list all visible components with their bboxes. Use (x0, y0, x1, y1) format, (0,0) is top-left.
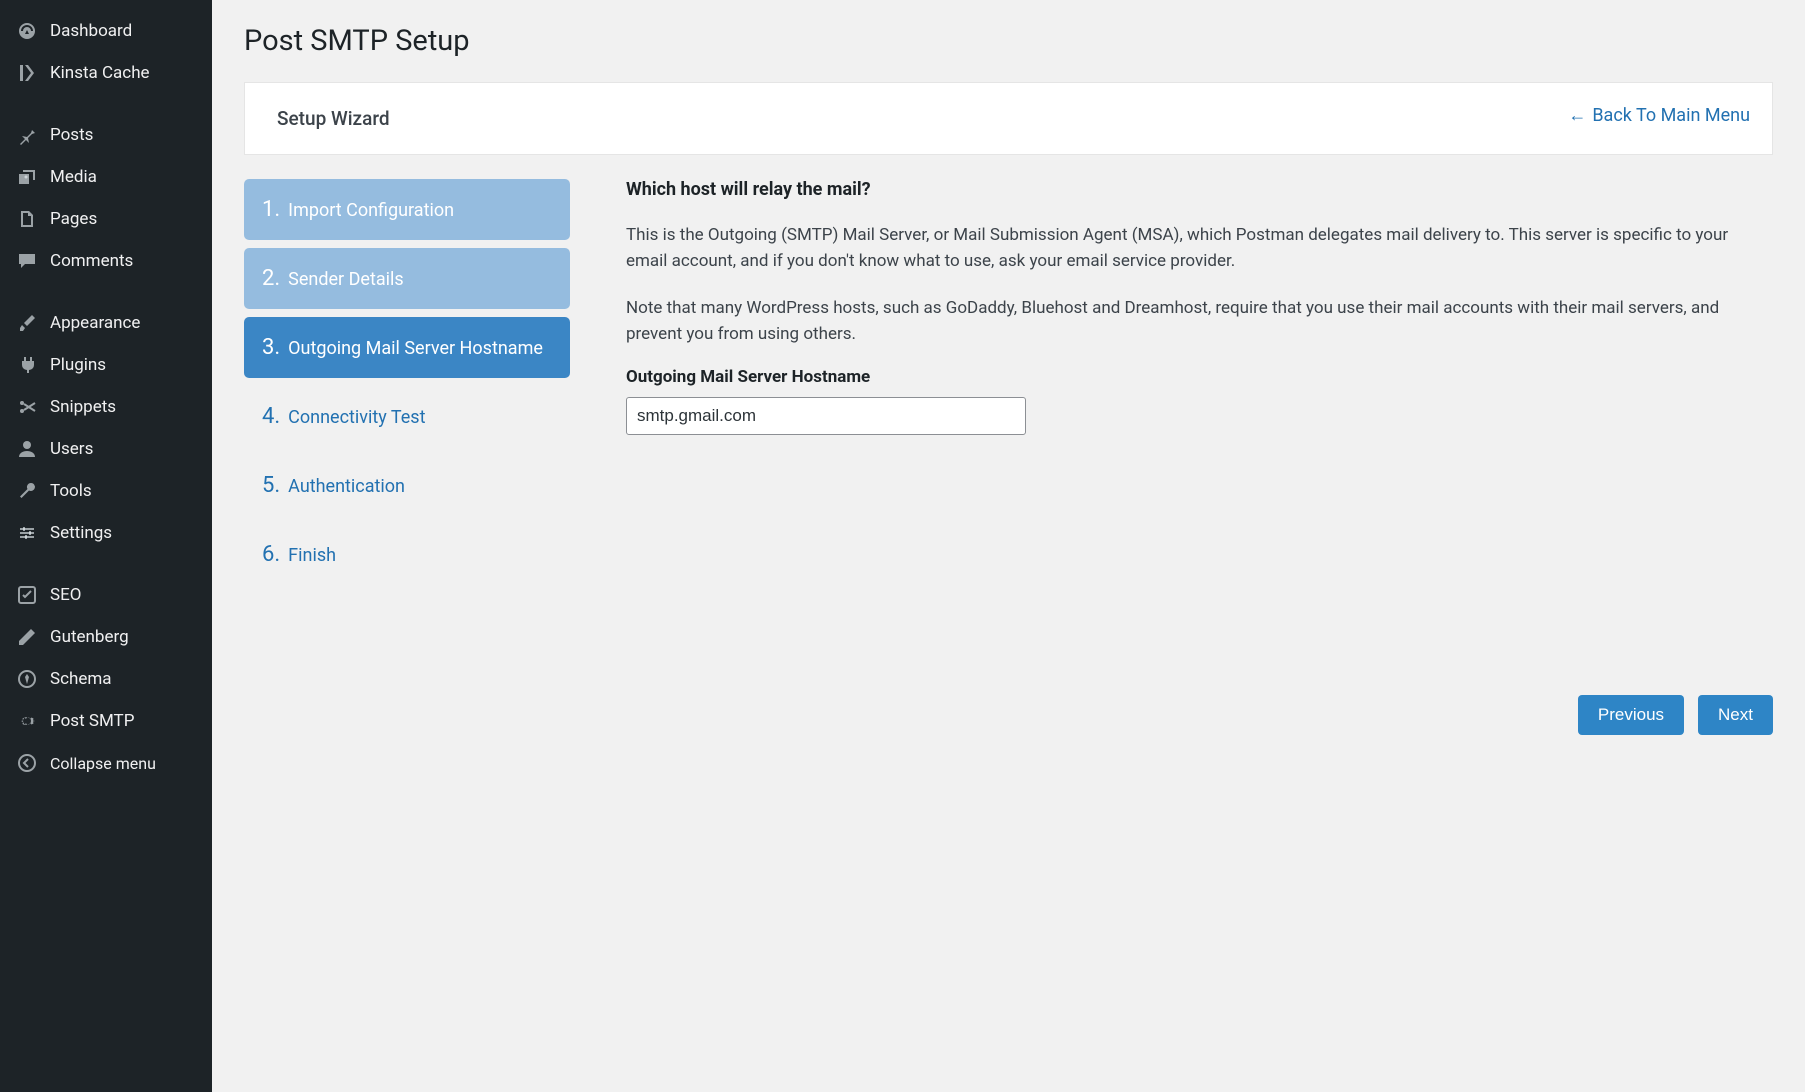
wizard-step-2[interactable]: 2. Sender Details (244, 248, 570, 309)
sidebar-label: Appearance (50, 313, 140, 333)
dashboard-icon (16, 20, 38, 42)
step-label: Connectivity Test (288, 407, 425, 428)
content-heading: Which host will relay the mail? (626, 179, 1773, 200)
back-to-main-link[interactable]: ← Back To Main Menu (1568, 105, 1750, 126)
wizard-header-card: Setup Wizard ← Back To Main Menu (244, 82, 1773, 155)
hostname-input[interactable] (626, 397, 1026, 435)
admin-sidebar: Dashboard Kinsta Cache Posts Media Pages… (0, 0, 212, 1092)
sidebar-item-comments[interactable]: Comments (0, 240, 212, 282)
sidebar-label: Comments (50, 251, 133, 271)
step-label: Finish (288, 545, 336, 566)
sidebar-label: Dashboard (50, 21, 132, 41)
main-content: Post SMTP Setup Setup Wizard ← Back To M… (212, 0, 1805, 1092)
pencil-icon (16, 626, 38, 648)
step-number: 3. (262, 335, 280, 360)
sidebar-item-plugins[interactable]: Plugins (0, 344, 212, 386)
plug-icon (16, 354, 38, 376)
seo-icon (16, 584, 38, 606)
sidebar-label: Pages (50, 209, 97, 229)
wizard-step-1[interactable]: 1. Import Configuration (244, 179, 570, 240)
collapse-icon (16, 752, 38, 774)
wizard-step-5[interactable]: 5. Authentication (244, 455, 570, 516)
sidebar-label: Settings (50, 523, 112, 543)
sidebar-item-gutenberg[interactable]: Gutenberg (0, 616, 212, 658)
step-number: 6. (262, 542, 280, 567)
sidebar-label: Plugins (50, 355, 106, 375)
next-button[interactable]: Next (1698, 695, 1773, 735)
sidebar-label: Gutenberg (50, 627, 129, 647)
wizard-content: Which host will relay the mail? This is … (626, 179, 1773, 735)
wizard-step-6[interactable]: 6. Finish (244, 524, 570, 585)
collapse-menu[interactable]: Collapse menu (0, 742, 212, 784)
arrow-left-icon: ← (1568, 105, 1586, 126)
content-paragraph: Note that many WordPress hosts, such as … (626, 295, 1773, 348)
sidebar-item-appearance[interactable]: Appearance (0, 302, 212, 344)
step-number: 5. (262, 473, 280, 498)
wrench-icon (16, 480, 38, 502)
sidebar-label: SEO (50, 585, 81, 605)
sidebar-item-post-smtp[interactable]: Post SMTP (0, 700, 212, 742)
sidebar-item-settings[interactable]: Settings (0, 512, 212, 554)
page-title: Post SMTP Setup (244, 24, 1773, 58)
hostname-field-label: Outgoing Mail Server Hostname (626, 367, 1773, 387)
step-label: Sender Details (288, 269, 404, 290)
previous-button[interactable]: Previous (1578, 695, 1684, 735)
sidebar-label: Post SMTP (50, 711, 134, 731)
sidebar-label: Snippets (50, 397, 116, 417)
collapse-label: Collapse menu (50, 754, 156, 773)
sidebar-item-dashboard[interactable]: Dashboard (0, 10, 212, 52)
sidebar-item-pages[interactable]: Pages (0, 198, 212, 240)
pages-icon (16, 208, 38, 230)
pin-icon (16, 124, 38, 146)
user-icon (16, 438, 38, 460)
wizard-card-title: Setup Wizard (277, 107, 1740, 130)
sidebar-item-seo[interactable]: SEO (0, 574, 212, 616)
sidebar-label: Users (50, 439, 93, 459)
sidebar-label: Schema (50, 669, 112, 689)
sidebar-label: Tools (50, 481, 92, 501)
sidebar-label: Posts (50, 125, 93, 145)
wizard-footer-buttons: Previous Next (626, 695, 1773, 735)
step-label: Authentication (288, 476, 405, 497)
scissors-icon (16, 396, 38, 418)
step-label: Import Configuration (288, 200, 454, 221)
sidebar-label: Media (50, 167, 97, 187)
sidebar-label: Kinsta Cache (50, 63, 150, 83)
media-icon (16, 166, 38, 188)
kinsta-icon (16, 62, 38, 84)
sidebar-item-snippets[interactable]: Snippets (0, 386, 212, 428)
step-label: Outgoing Mail Server Hostname (288, 338, 543, 359)
sliders-icon (16, 522, 38, 544)
comment-icon (16, 250, 38, 272)
brush-icon (16, 312, 38, 334)
content-paragraph: This is the Outgoing (SMTP) Mail Server,… (626, 222, 1773, 275)
gear-icon (16, 710, 38, 732)
wizard-step-4[interactable]: 4. Connectivity Test (244, 386, 570, 447)
step-number: 1. (262, 197, 280, 222)
wizard-step-3[interactable]: 3. Outgoing Mail Server Hostname (244, 317, 570, 378)
sidebar-item-kinsta[interactable]: Kinsta Cache (0, 52, 212, 94)
wizard-steps: 1. Import Configuration 2. Sender Detail… (244, 179, 570, 735)
sidebar-item-tools[interactable]: Tools (0, 470, 212, 512)
step-number: 4. (262, 404, 280, 429)
compass-icon (16, 668, 38, 690)
sidebar-item-schema[interactable]: Schema (0, 658, 212, 700)
sidebar-item-posts[interactable]: Posts (0, 114, 212, 156)
step-number: 2. (262, 266, 280, 291)
back-link-label: Back To Main Menu (1592, 105, 1750, 126)
wizard-body: 1. Import Configuration 2. Sender Detail… (244, 179, 1773, 735)
sidebar-item-media[interactable]: Media (0, 156, 212, 198)
sidebar-item-users[interactable]: Users (0, 428, 212, 470)
